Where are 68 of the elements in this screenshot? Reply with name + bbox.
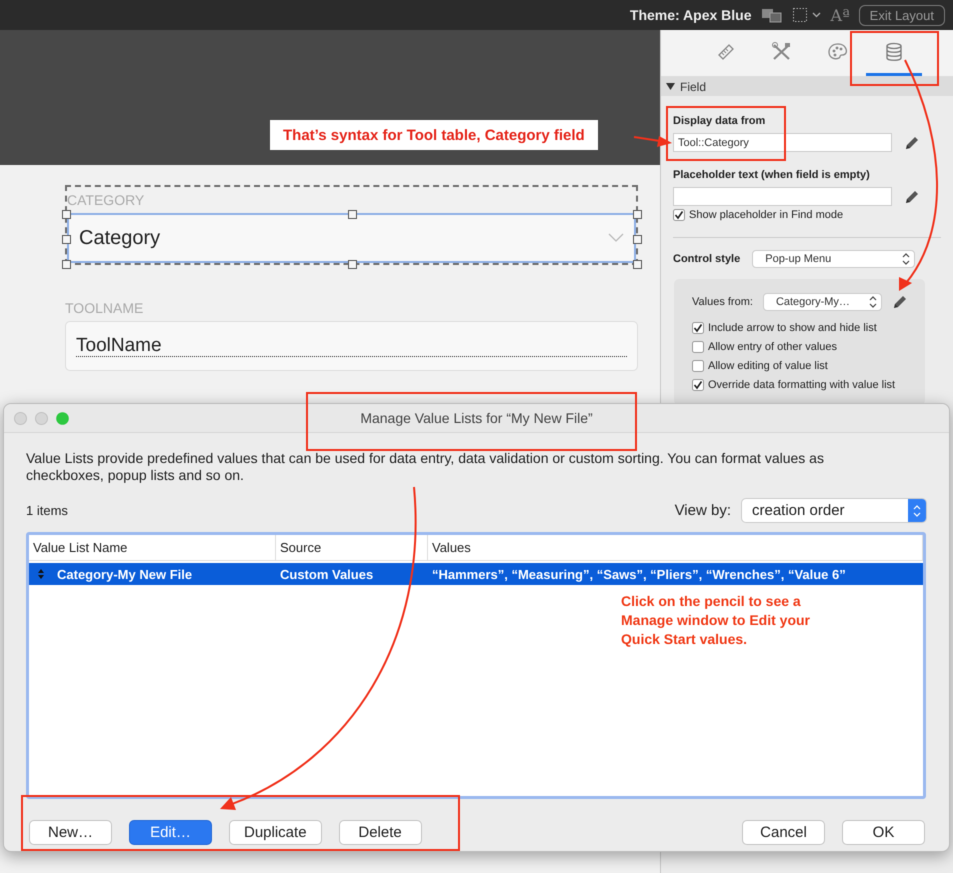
annotation-note: Click on the pencil to see a Manage window to Edit your Quick Start values. [621, 592, 811, 649]
theme-label: Theme: Apex Blue [630, 7, 752, 23]
checkbox-label: Override data formatting with value list [708, 379, 896, 391]
dialog-button[interactable]: New… [29, 820, 112, 845]
field-label: Control style [673, 253, 740, 265]
popup-arrows-icon [868, 295, 878, 309]
field-label: CATEGORY [67, 191, 146, 210]
pencil-icon[interactable] [892, 294, 908, 310]
tools-icon [771, 40, 793, 62]
pencil-icon[interactable] [904, 134, 920, 150]
dialog-button[interactable]: Cancel [742, 820, 825, 845]
item-count: 1 items [26, 503, 68, 518]
checkbox-label: Show placeholder in Find mode [689, 209, 844, 221]
section-title: Field [680, 80, 706, 94]
resize-handle[interactable] [633, 235, 642, 244]
sort-order-dropdown[interactable]: creation order [741, 498, 927, 523]
dotted-rectangle-icon[interactable] [792, 7, 822, 23]
chevron-down-icon [608, 233, 624, 243]
palette-icon [827, 40, 849, 62]
dialog-button[interactable]: Duplicate [229, 820, 322, 845]
checked-checkbox[interactable] [673, 209, 685, 221]
default-button[interactable]: Edit… [129, 820, 212, 845]
field-label: Display data from [673, 115, 766, 127]
field-label: TOOLNAME [65, 299, 144, 318]
table-cell: Category-My New File [57, 566, 192, 582]
popup-arrows-icon [912, 504, 922, 518]
popup-menu[interactable]: Pop-up Menu [752, 250, 916, 268]
description-text: Value Lists provide predefined values that can be used for data entry, data validation or custom sorting. You can format values as checkboxes, popup lists and so on. [26, 450, 825, 484]
resize-handle[interactable] [62, 235, 71, 244]
text-format-button[interactable]: Aª [830, 6, 850, 24]
table-cell: Custom Values [280, 566, 374, 582]
disclosure-triangle-icon[interactable] [666, 82, 675, 91]
input-field[interactable]: Tool::Category [673, 133, 892, 152]
text-field[interactable]: ToolName [65, 321, 638, 371]
checkbox-label: Include arrow to show and hide list [708, 322, 877, 334]
field-label: View by: [674, 502, 731, 519]
column-header[interactable]: Source [276, 535, 428, 560]
empty-checkbox[interactable] [692, 360, 704, 372]
resize-handle[interactable] [633, 260, 642, 269]
overlapping-squares-icon[interactable] [760, 7, 783, 23]
resize-handle[interactable] [348, 210, 356, 219]
field-label: Placeholder text (when field is empty) [673, 169, 871, 181]
pencil-icon[interactable] [904, 188, 920, 204]
dialog-button[interactable]: Delete [338, 820, 422, 845]
input-field[interactable] [673, 187, 892, 206]
popup-field[interactable]: Category [67, 213, 636, 263]
reorder-handle-icon[interactable] [38, 569, 44, 579]
checked-checkbox[interactable] [692, 322, 704, 334]
checked-checkbox[interactable] [692, 379, 704, 391]
field-label: Values from: [692, 296, 753, 308]
table-row[interactable]: Category-My New File Custom Values “Hammers”, “Measuring”, “Saws”, “Pliers”, “Wrenches”, “Value 6” [29, 563, 923, 585]
callout-label: That’s syntax for Tool table, Category field [270, 120, 598, 150]
table-cell: “Hammers”, “Measuring”, “Saws”, “Pliers”, “Wrenches”, “Value 6” [432, 566, 846, 582]
annotation-arrow [634, 136, 672, 147]
dialog-button[interactable]: OK [842, 820, 925, 845]
column-header[interactable]: Values [428, 535, 923, 560]
popup-menu[interactable]: Category-My… [762, 293, 882, 311]
resize-handle[interactable] [62, 260, 71, 269]
checkbox-label: Allow editing of value list [708, 360, 828, 372]
resize-handle[interactable] [633, 210, 642, 219]
exit-layout-button[interactable]: Exit Layout [858, 4, 945, 26]
checkbox-label: Allow entry of other values [708, 341, 838, 353]
empty-checkbox[interactable] [692, 341, 704, 353]
popup-arrows-icon [901, 252, 912, 266]
resize-handle[interactable] [62, 210, 71, 219]
column-header[interactable]: Value List Name [29, 535, 276, 560]
dialog-title: Manage Value Lists for “My New File” [359, 410, 594, 426]
resize-handle[interactable] [348, 260, 356, 269]
